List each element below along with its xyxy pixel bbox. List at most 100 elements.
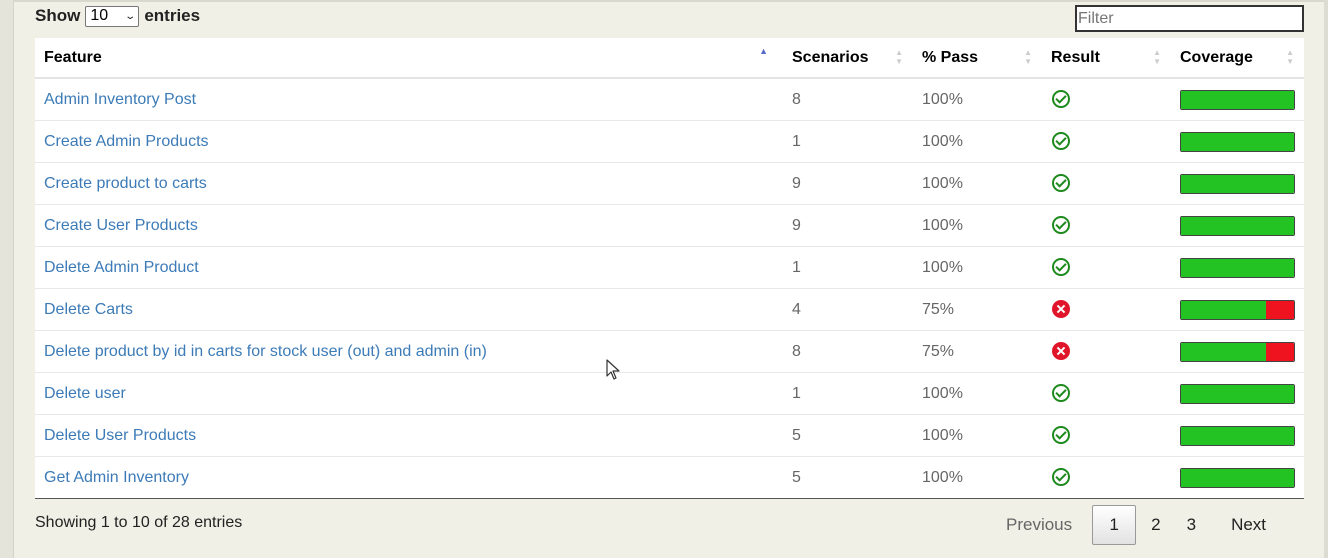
column-header-scenarios[interactable]: Scenarios ▲ ▼ [783,38,913,79]
filter-placeholder: Filter [1078,10,1114,27]
scenarios-cell: 5 [783,414,913,457]
coverage-bar [1180,425,1295,446]
error-circle-icon [1052,342,1070,361]
feature-link[interactable]: Create User Products [44,217,198,234]
coverage-bar-pass [1181,174,1294,193]
window-top-edge [13,0,1324,2]
coverage-cell [1171,204,1304,247]
features-table: Feature ▲ Scenarios ▲ ▼ % Pass ▲ ▼ Result … [35,38,1304,499]
table-body: Admin Inventory Post 8 100% Create Admin Pr… [35,77,1304,499]
check-circle-icon [1052,216,1070,235]
feature-link[interactable]: Create Admin Products [44,133,209,150]
result-cell [1042,330,1171,373]
feature-link[interactable]: Delete Admin Product [44,259,199,276]
coverage-bar-pass [1181,342,1266,361]
sort-icon: ▲ ▼ [1153,48,1161,66]
coverage-bar-fail [1265,342,1294,361]
feature-link[interactable]: Delete User Products [44,427,196,444]
page-button[interactable]: 2 [1138,505,1173,545]
pass-percent-cell: 100% [913,204,1042,247]
coverage-bar-fail [1265,300,1294,319]
coverage-bar-pass [1181,258,1294,277]
window-left-edge [0,0,14,558]
table-row: Delete user 1 100% [35,372,1304,415]
pass-percent-cell: 75% [913,330,1042,373]
table-row: Get Admin Inventory 5 100% [35,456,1304,499]
column-header-scenarios-label: Scenarios [792,48,869,66]
result-cell [1042,288,1171,331]
feature-link[interactable]: Delete Carts [44,301,133,318]
coverage-bar [1180,131,1295,152]
scenarios-cell: 1 [783,246,913,289]
error-circle-icon [1052,300,1070,319]
feature-link[interactable]: Delete user [44,385,126,402]
column-header-coverage[interactable]: Coverage ▲ ▼ [1171,38,1304,79]
show-label: Show [35,6,81,25]
page-button[interactable]: 3 [1174,505,1209,545]
previous-page-button[interactable]: Previous [990,505,1092,545]
coverage-bar-pass [1181,132,1294,151]
coverage-bar [1180,467,1295,488]
pass-percent-cell: 100% [913,120,1042,163]
coverage-bar-pass [1181,384,1294,403]
feature-cell: Delete Admin Product [35,246,783,289]
entries-label: entries [144,6,201,25]
check-circle-icon [1052,258,1070,277]
feature-cell: Create Admin Products [35,120,783,163]
entries-length-control: Show 10 ⌄ entries [35,5,200,27]
result-cell [1042,246,1171,289]
table-info: Showing 1 to 10 of 28 entries [35,514,243,531]
scenarios-cell: 9 [783,162,913,205]
feature-link[interactable]: Admin Inventory Post [44,91,196,108]
entries-per-page-value: 10 [90,7,109,24]
result-cell [1042,204,1171,247]
scenarios-cell: 1 [783,120,913,163]
entries-per-page-select[interactable]: 10 ⌄ [85,5,140,27]
coverage-bar-pass [1181,90,1294,109]
coverage-bar-pass [1181,216,1294,235]
feature-link[interactable]: Get Admin Inventory [44,469,189,486]
page-button-current[interactable]: 1 [1092,505,1137,545]
column-header-feature[interactable]: Feature ▲ [35,38,783,79]
scenarios-cell: 5 [783,456,913,499]
scenarios-cell: 8 [783,77,913,121]
filter-input[interactable]: Filter [1075,5,1304,32]
table-controls: Show 10 ⌄ entries Filter [35,5,1304,33]
feature-link[interactable]: Delete product by id in carts for stock … [44,343,487,360]
result-cell [1042,77,1171,121]
pass-percent-cell: 100% [913,162,1042,205]
column-header-pass[interactable]: % Pass ▲ ▼ [913,38,1042,79]
window-right-edge [1324,0,1328,558]
coverage-cell [1171,77,1304,121]
coverage-bar [1180,215,1295,236]
feature-cell: Create product to carts [35,162,783,205]
coverage-cell [1171,246,1304,289]
feature-cell: Delete User Products [35,414,783,457]
scenarios-cell: 9 [783,204,913,247]
next-page-button[interactable]: Next [1209,505,1282,545]
check-circle-icon [1052,426,1070,445]
pass-percent-cell: 100% [913,456,1042,499]
table-row: Delete Admin Product 1 100% [35,246,1304,289]
result-cell [1042,162,1171,205]
feature-link[interactable]: Create product to carts [44,175,207,192]
column-header-pass-label: % Pass [922,48,979,66]
scenarios-cell: 4 [783,288,913,331]
coverage-bar-pass [1181,426,1294,445]
sort-ascending-icon: ▲ [759,46,768,56]
coverage-cell [1171,288,1304,331]
pass-percent-cell: 100% [913,246,1042,289]
table-row: Create Admin Products 1 100% [35,120,1304,163]
table-row: Delete product by id in carts for stock … [35,330,1304,373]
check-circle-icon [1052,132,1070,151]
coverage-cell [1171,330,1304,373]
coverage-cell [1171,120,1304,163]
column-header-coverage-label: Coverage [1180,48,1253,66]
column-header-result[interactable]: Result ▲ ▼ [1042,38,1171,79]
table-header-row: Feature ▲ Scenarios ▲ ▼ % Pass ▲ ▼ Result … [35,38,1304,79]
sort-icon: ▲ ▼ [895,48,903,66]
result-cell [1042,120,1171,163]
check-circle-icon [1052,174,1070,193]
pass-percent-cell: 100% [913,414,1042,457]
check-circle-icon [1052,384,1070,403]
